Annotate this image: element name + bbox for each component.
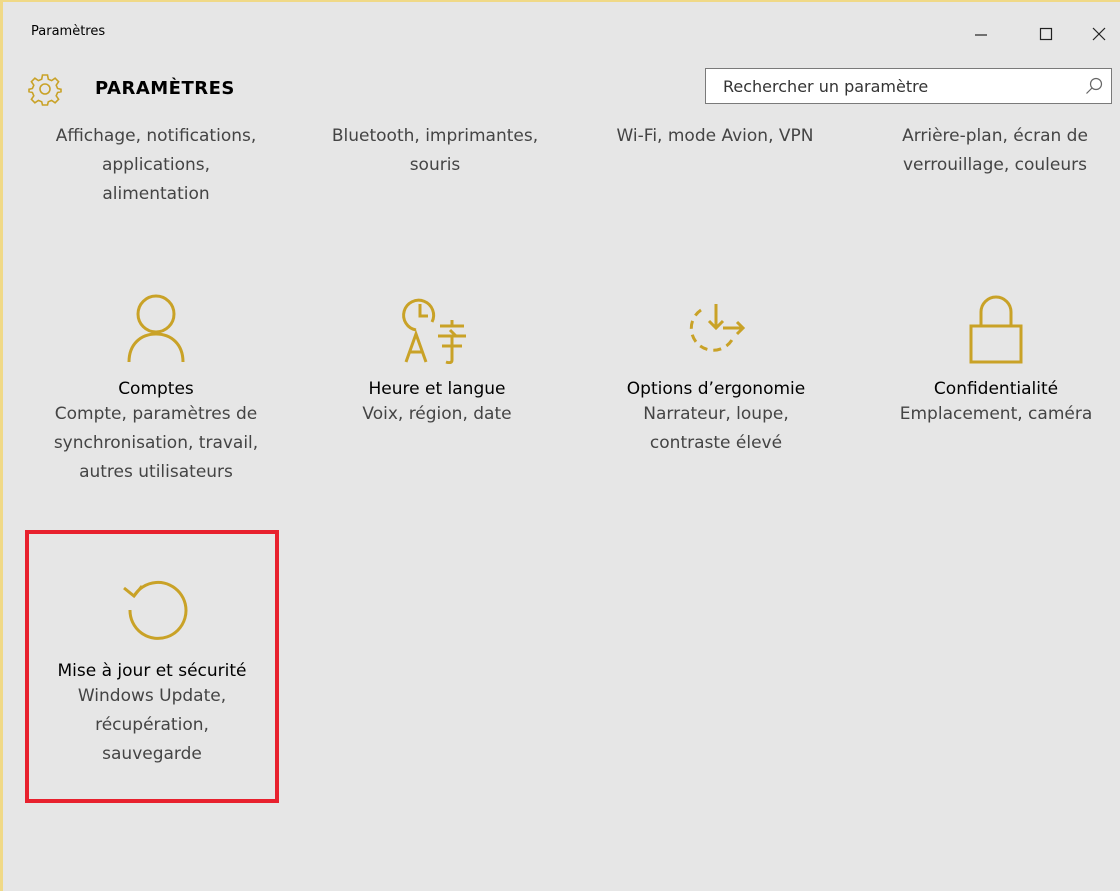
tile-title: Comptes bbox=[118, 379, 194, 399]
tile-title: Mise à jour et sécurité bbox=[57, 661, 247, 681]
page-title: PARAMÈTRES bbox=[95, 78, 235, 99]
tile-description: Wi-Fi, mode Avion, VPN bbox=[616, 126, 814, 146]
update-icon bbox=[123, 580, 188, 640]
time-language-icon bbox=[402, 298, 466, 364]
tile-description: Emplacement, caméra bbox=[899, 404, 1093, 424]
tile-description: Arrière-plan, écran de verrouillage, cou… bbox=[902, 126, 1088, 175]
search-input[interactable] bbox=[706, 69, 1083, 103]
tile-title: Options d’ergonomie bbox=[626, 379, 806, 399]
tile-devices[interactable]: Bluetooth, imprimantes, souris bbox=[310, 122, 560, 180]
window-title: Paramètres bbox=[31, 24, 106, 39]
close-icon bbox=[1092, 27, 1106, 41]
title-bar: Paramètres bbox=[3, 2, 1120, 60]
settings-grid: Affichage, notifications, applications, … bbox=[0, 116, 1120, 891]
tile-description: Compte, paramètres de synchronisation, t… bbox=[53, 404, 259, 482]
tile-description: Affichage, notifications, applications, … bbox=[55, 126, 257, 204]
tile-accounts[interactable]: Comptes Compte, paramètres de synchronis… bbox=[31, 292, 281, 487]
minimize-button[interactable] bbox=[961, 16, 1001, 52]
minimize-icon bbox=[975, 34, 987, 36]
tile-description: Narrateur, loupe, contraste élevé bbox=[643, 404, 789, 453]
tile-system[interactable]: Affichage, notifications, applications, … bbox=[31, 122, 281, 209]
gear-icon bbox=[28, 74, 62, 106]
tile-ease-of-access[interactable]: Options d’ergonomie Narrateur, loupe, co… bbox=[591, 292, 841, 458]
lock-icon bbox=[969, 295, 1023, 364]
tile-time-language[interactable]: Heure et langue Voix, région, date bbox=[312, 292, 562, 429]
tile-title: Heure et langue bbox=[368, 379, 506, 399]
tile-network[interactable]: Wi-Fi, mode Avion, VPN bbox=[590, 122, 840, 151]
tile-description: Voix, région, date bbox=[362, 404, 512, 424]
settings-header: PARAMÈTRES bbox=[0, 60, 1120, 116]
ease-of-access-icon bbox=[689, 304, 746, 352]
person-icon bbox=[127, 294, 185, 363]
maximize-button[interactable] bbox=[1026, 16, 1066, 52]
tile-description: Windows Update, récupération, sauvegarde bbox=[77, 686, 227, 764]
maximize-icon bbox=[1039, 27, 1053, 41]
tile-title: Confidentialité bbox=[933, 379, 1059, 399]
tile-privacy[interactable]: Confidentialité Emplacement, caméra bbox=[871, 292, 1120, 429]
search-box[interactable] bbox=[705, 68, 1112, 104]
search-icon[interactable] bbox=[1085, 77, 1103, 95]
tile-description: Bluetooth, imprimantes, souris bbox=[331, 126, 539, 175]
tile-update-security[interactable]: Mise à jour et sécurité Windows Update, … bbox=[27, 574, 277, 769]
close-button[interactable] bbox=[1079, 16, 1119, 52]
tile-personalization[interactable]: Arrière-plan, écran de verrouillage, cou… bbox=[870, 122, 1120, 180]
